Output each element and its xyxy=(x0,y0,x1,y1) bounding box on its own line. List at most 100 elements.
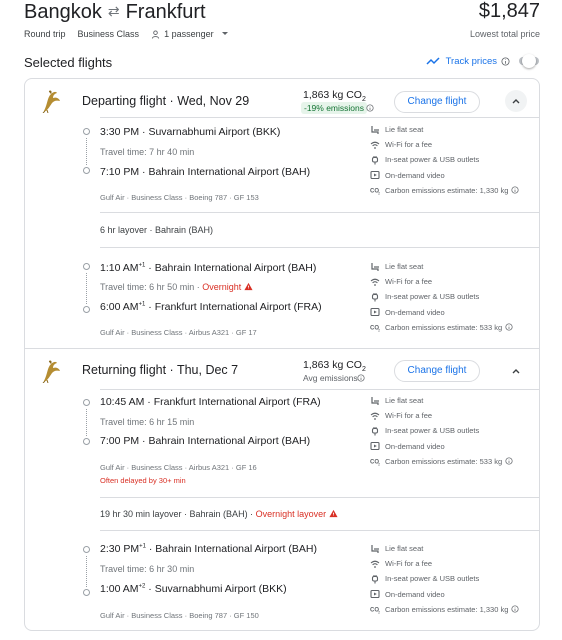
trip-type[interactable]: Round trip xyxy=(24,29,66,39)
video-icon xyxy=(370,442,380,451)
info-icon[interactable] xyxy=(505,457,513,465)
co2-icon xyxy=(370,188,380,196)
leg-departure: 2:30 PM+1 · Bahrain International Airpor… xyxy=(100,543,317,555)
info-icon[interactable] xyxy=(366,104,374,112)
info-icon[interactable] xyxy=(511,605,519,613)
overnight-warning: Overnight xyxy=(202,282,242,292)
amenity-label: On-demand video xyxy=(385,307,445,317)
amenity-seat: Lie flat seat xyxy=(370,393,530,408)
arr-time: 7:10 PM xyxy=(100,166,140,178)
power-plug-icon xyxy=(371,574,379,584)
layover-info: 6 hr layover · Bahrain (BAH) xyxy=(100,225,214,235)
track-prices[interactable]: Track prices xyxy=(426,54,540,68)
wifi-icon xyxy=(370,560,380,569)
amenity-label: Wi-Fi for a fee xyxy=(385,140,433,150)
info-icon[interactable] xyxy=(511,186,519,194)
arr-airport: Bahrain International Airport (BAH) xyxy=(148,435,311,447)
selected-flights-heading: Selected flights xyxy=(24,55,113,70)
track-prices-toggle[interactable] xyxy=(516,54,540,68)
emissions-note: Avg emissions xyxy=(303,373,358,383)
amenities-list: Lie flat seat Wi-Fi for a fee In-seat po… xyxy=(370,393,530,469)
amenity-label: Wi-Fi for a fee xyxy=(385,411,433,421)
seat-icon xyxy=(371,124,380,135)
amenity-label: In-seat power & USB outlets xyxy=(385,574,480,584)
amenities-list: Lie flat seat Wi-Fi for a fee In-seat po… xyxy=(370,259,530,335)
warning-icon xyxy=(243,282,253,291)
returning-flight-heading: Returning flight · Thu, Dec 7 xyxy=(82,363,239,377)
departure-dot xyxy=(83,546,90,553)
selected-flights-card: Departing flight · Wed, Nov 29 1,863 kg … xyxy=(24,78,540,631)
amenity-wifi: Wi-Fi for a fee xyxy=(370,556,530,571)
wifi-icon xyxy=(370,141,380,150)
info-icon[interactable] xyxy=(501,56,510,66)
arr-airport: Suvarnabhumi Airport (BKK) xyxy=(154,583,287,595)
co2-value: 1,863 kg CO xyxy=(303,89,362,101)
returning-title: Returning flight xyxy=(82,363,167,377)
amenity-video: On-demand video xyxy=(370,305,530,320)
leg-departure: 1:10 AM+1 · Bahrain International Airpor… xyxy=(100,262,317,274)
gulf-air-logo-icon xyxy=(42,359,61,383)
returning-co2: 1,863 kg CO2 xyxy=(303,359,366,373)
amenity-label: Lie flat seat xyxy=(385,396,424,406)
travel-time: Travel time: 6 hr 30 min xyxy=(100,564,195,574)
departing-flight-heading: Departing flight · Wed, Nov 29 xyxy=(82,94,250,108)
leg-arrival: 6:00 AM+1 · Frankfurt International Airp… xyxy=(100,301,322,313)
dep-time: 10:45 AM xyxy=(100,396,145,408)
overnight-layover-warning: Overnight layover xyxy=(255,509,327,519)
amenity-video: On-demand video xyxy=(370,168,530,183)
trip-header: Bangkok ⇄ Frankfurt $1,847 Lowest total pr… xyxy=(24,0,540,80)
track-prices-label[interactable]: Track prices xyxy=(446,56,497,67)
video-icon xyxy=(370,171,380,180)
travel-time: Travel time: 6 hr 50 min · Overnight xyxy=(100,282,253,292)
arrival-dot xyxy=(83,306,90,313)
amenity-power: In-seat power & USB outlets xyxy=(370,152,530,167)
amenity-carbon: Carbon emissions estimate: 1,330 kg xyxy=(370,602,530,617)
carbon-estimate: Carbon emissions estimate: 533 kg xyxy=(385,456,503,466)
seat-icon xyxy=(371,543,380,554)
change-departing-flight-button[interactable]: Change flight xyxy=(394,91,480,113)
amenity-seat: Lie flat seat xyxy=(370,541,530,556)
amenity-label: In-seat power & USB outlets xyxy=(385,426,480,436)
collapse-chevron-up-icon[interactable] xyxy=(505,360,527,382)
dep-time: 2:30 PM xyxy=(100,543,140,555)
emissions-badge: -19% emissions xyxy=(301,102,367,114)
power-plug-icon xyxy=(371,155,379,165)
amenity-carbon: Carbon emissions estimate: 533 kg xyxy=(370,320,530,335)
cabin-class[interactable]: Business Class xyxy=(78,29,140,39)
flight-meta: Gulf Air · Business Class · Boeing 787 ·… xyxy=(100,193,259,202)
flight-meta: Gulf Air · Business Class · Airbus A321 … xyxy=(100,328,257,337)
change-returning-flight-button[interactable]: Change flight xyxy=(394,360,480,382)
passenger-selector[interactable]: 1 passenger xyxy=(164,29,214,39)
arr-time: 7:00 PM xyxy=(100,435,140,447)
amenity-video: On-demand video xyxy=(370,439,530,454)
amenity-seat: Lie flat seat xyxy=(370,259,530,274)
leg-departure: 10:45 AM · Frankfurt International Airpo… xyxy=(100,396,321,408)
layover-text: 19 hr 30 min layover · Bahrain (BAH) · xyxy=(100,509,256,519)
arr-airport: Frankfurt International Airport (FRA) xyxy=(154,301,322,313)
power-plug-icon xyxy=(371,426,379,436)
leg-arrival: 7:00 PM · Bahrain International Airport … xyxy=(100,435,311,447)
arrival-dot xyxy=(83,438,90,445)
departure-dot xyxy=(83,128,90,135)
co2-icon xyxy=(370,459,380,467)
amenity-carbon: Carbon emissions estimate: 533 kg xyxy=(370,454,530,469)
amenity-label: Wi-Fi for a fee xyxy=(385,559,433,569)
info-icon[interactable] xyxy=(505,323,513,331)
amenity-label: On-demand video xyxy=(385,589,445,599)
trip-options: Round trip Business Class 1 passenger xyxy=(24,29,234,39)
travel-time: Travel time: 6 hr 15 min xyxy=(100,417,195,427)
gulf-air-logo-icon xyxy=(42,89,61,113)
dep-airport: Bahrain International Airport (BAH) xyxy=(154,262,317,274)
wifi-icon xyxy=(370,412,380,421)
total-price: $1,847 xyxy=(478,0,540,22)
amenity-label: Lie flat seat xyxy=(385,262,424,272)
info-icon[interactable] xyxy=(357,374,365,382)
dep-time: 1:10 AM xyxy=(100,262,139,274)
collapse-chevron-up-icon[interactable] xyxy=(505,90,527,112)
amenity-label: In-seat power & USB outlets xyxy=(385,292,480,302)
arr-airport: Bahrain International Airport (BAH) xyxy=(148,166,311,178)
amenity-power: In-seat power & USB outlets xyxy=(370,423,530,438)
route-title: Bangkok ⇄ Frankfurt xyxy=(24,1,206,24)
amenity-carbon: Carbon emissions estimate: 1,330 kg xyxy=(370,183,530,198)
dropdown-arrow-icon[interactable] xyxy=(220,30,230,38)
